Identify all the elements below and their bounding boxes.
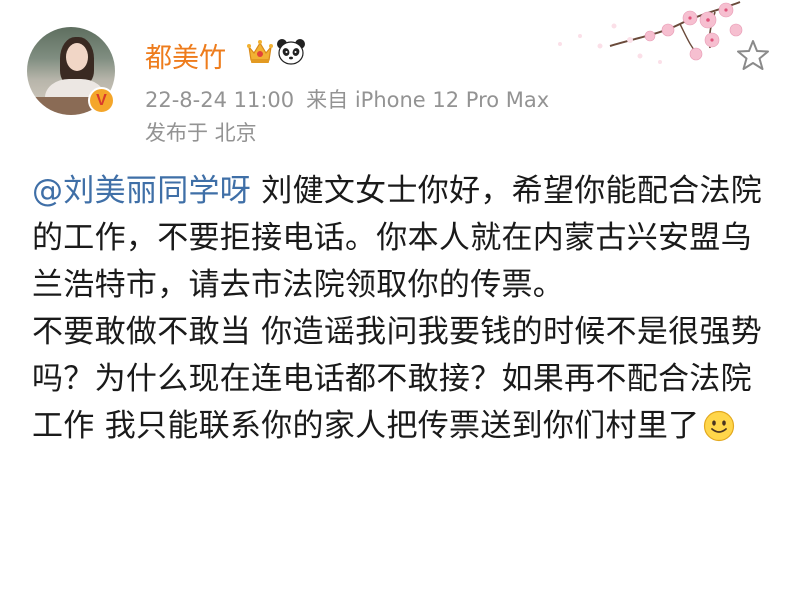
- smile-emoji-icon: [704, 410, 735, 442]
- post-paragraph-2: 不要敢做不敢当 你造谣我问我要钱的时候不是很强势吗？为什么现在连电话都不敢接？如…: [32, 309, 777, 450]
- avatar-face: [66, 43, 88, 71]
- post-location: 发布于 北京: [145, 121, 257, 145]
- verified-badge-icon: V: [88, 87, 115, 114]
- username[interactable]: 都美竹: [145, 36, 226, 75]
- favorite-star-icon[interactable]: [736, 38, 770, 72]
- cherry-blossom-icon: [558, 1, 743, 64]
- crown-icon: [247, 40, 273, 63]
- post-text-2: 不要敢做不敢当 你造谣我问我要钱的时候不是很强势吗？为什么现在连电话都不敢接？如…: [32, 314, 763, 444]
- post-paragraph-1: @刘美丽同学呀 刘健文女士你好，希望你能配合法院的工作，不要拒接电话。你本人就在…: [32, 168, 777, 309]
- post-content: @刘美丽同学呀 刘健文女士你好，希望你能配合法院的工作，不要拒接电话。你本人就在…: [32, 168, 777, 450]
- post-timestamp: 22-8-24 11:00: [145, 88, 295, 112]
- mention-link[interactable]: @刘美丽同学呀: [32, 173, 251, 209]
- panda-icon: [277, 39, 305, 65]
- weibo-post: V 都美竹 22-8-24 11:00 来自 iPhone 12 Pro Max …: [0, 0, 800, 604]
- post-meta: 22-8-24 11:00 来自 iPhone 12 Pro Max: [145, 84, 549, 114]
- post-source: 来自 iPhone 12 Pro Max: [306, 88, 550, 112]
